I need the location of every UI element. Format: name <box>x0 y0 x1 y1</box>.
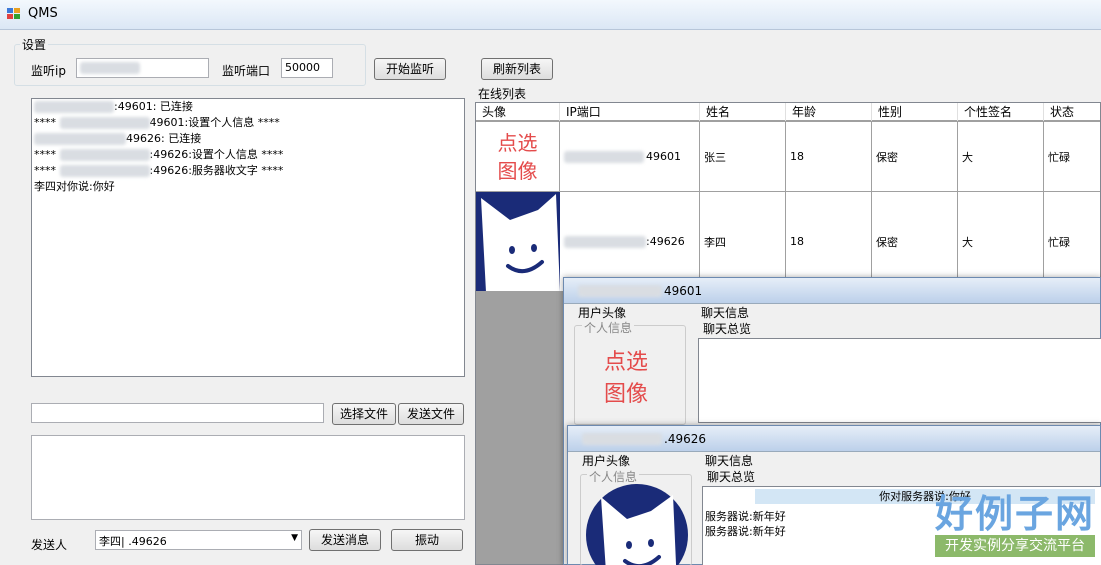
avatar-group-label: 用户头像 <box>582 454 631 468</box>
settings-legend: 设置 <box>20 36 49 53</box>
sender-select[interactable]: 李四| .49626 ▼ <box>95 530 302 550</box>
pick-image-placeholder[interactable]: 点选 图像 <box>476 123 559 191</box>
refresh-list-button[interactable]: 刷新列表 <box>481 58 553 80</box>
log-line: :49601: 已连接 <box>32 99 464 115</box>
sender-value: 李四| .49626 <box>99 535 167 548</box>
online-list-label: 在线列表 <box>478 87 527 101</box>
column-header[interactable]: 姓名 <box>700 103 786 121</box>
log-line: **** :49626:服务器收文字 **** <box>34 164 284 177</box>
send-file-button[interactable]: 发送文件 <box>398 403 464 425</box>
signature-cell: 大 <box>958 122 1044 192</box>
window-title: QMS <box>28 6 58 21</box>
choose-file-button[interactable]: 选择文件 <box>332 403 396 425</box>
column-header[interactable]: 状态 <box>1044 103 1100 121</box>
chat-overview-box[interactable] <box>698 338 1101 423</box>
personal-info-legend: 个人信息 <box>582 319 635 336</box>
avatar-cell[interactable] <box>476 192 560 292</box>
start-listen-button[interactable]: 开始监听 <box>374 58 446 80</box>
column-header[interactable]: IP端口 <box>560 103 700 121</box>
table-row[interactable]: 点选 图像 49601 张三 18 保密 大 忙碌 <box>476 122 1100 192</box>
chat-overview-label: 聊天总览 <box>703 322 752 336</box>
cat-avatar-icon[interactable] <box>585 483 689 565</box>
chat-info-label: 聊天信息 <box>705 454 754 468</box>
chat-window-title-bar[interactable]: .49626 <box>568 426 1100 452</box>
chat-window-title: 49601 <box>664 284 703 298</box>
sender-label: 发送人 <box>31 538 68 552</box>
file-path-input[interactable] <box>31 403 324 423</box>
chevron-down-icon: ▼ <box>291 533 298 543</box>
title-bar: QMS <box>0 0 1101 30</box>
chat-message: 服务器说:新年好 <box>705 510 786 523</box>
log-line: **** 49601:设置个人信息 **** <box>34 116 280 129</box>
chat-info-label: 聊天信息 <box>701 306 750 320</box>
column-header[interactable]: 年龄 <box>786 103 872 121</box>
send-message-button[interactable]: 发送消息 <box>309 529 381 551</box>
chat-window-title: .49626 <box>664 432 706 446</box>
log-box[interactable]: :49601: 已连接 **** 49601:设置个人信息 **** 49626… <box>31 98 465 377</box>
grid-header: 头像 IP端口 姓名 年龄 性别 个性签名 状态 <box>476 103 1100 121</box>
chat-window-title-bar[interactable]: 49601 <box>564 278 1100 304</box>
shake-button[interactable]: 振动 <box>391 529 463 551</box>
port-input[interactable]: 50000 <box>281 58 333 78</box>
ip-input[interactable] <box>76 58 209 78</box>
app-icon <box>7 8 21 20</box>
gender-cell: 保密 <box>872 122 958 192</box>
port-label: 监听端口 <box>222 64 271 78</box>
chat-overview-label: 聊天总览 <box>707 470 756 484</box>
watermark-logo-text: 好例子网 <box>934 492 1095 536</box>
ip-cell: 49601 <box>560 122 700 192</box>
ip-label: 监听ip <box>31 64 66 78</box>
name-cell: 张三 <box>700 122 786 192</box>
column-header[interactable]: 性别 <box>872 103 958 121</box>
status-cell: 忙碌 <box>1044 122 1100 192</box>
log-line: 李四对你说:你好 <box>34 180 115 193</box>
chat-message: 服务器说:新年好 <box>705 525 786 538</box>
watermark-tagline: 开发实例分享交流平台 <box>934 535 1095 557</box>
avatar-cell[interactable]: 点选 图像 <box>476 122 560 192</box>
site-watermark: 好例子网 开发实例分享交流平台 <box>934 492 1095 557</box>
message-input[interactable] <box>31 435 465 520</box>
column-header[interactable]: 头像 <box>476 103 560 121</box>
log-line: 49626: 已连接 <box>32 131 464 147</box>
age-cell: 18 <box>786 122 872 192</box>
pick-image-placeholder[interactable]: 点选 图像 <box>584 346 668 412</box>
cat-avatar-icon[interactable] <box>476 192 560 291</box>
column-header[interactable]: 个性签名 <box>958 103 1044 121</box>
log-line: **** :49626:设置个人信息 **** <box>34 148 284 161</box>
